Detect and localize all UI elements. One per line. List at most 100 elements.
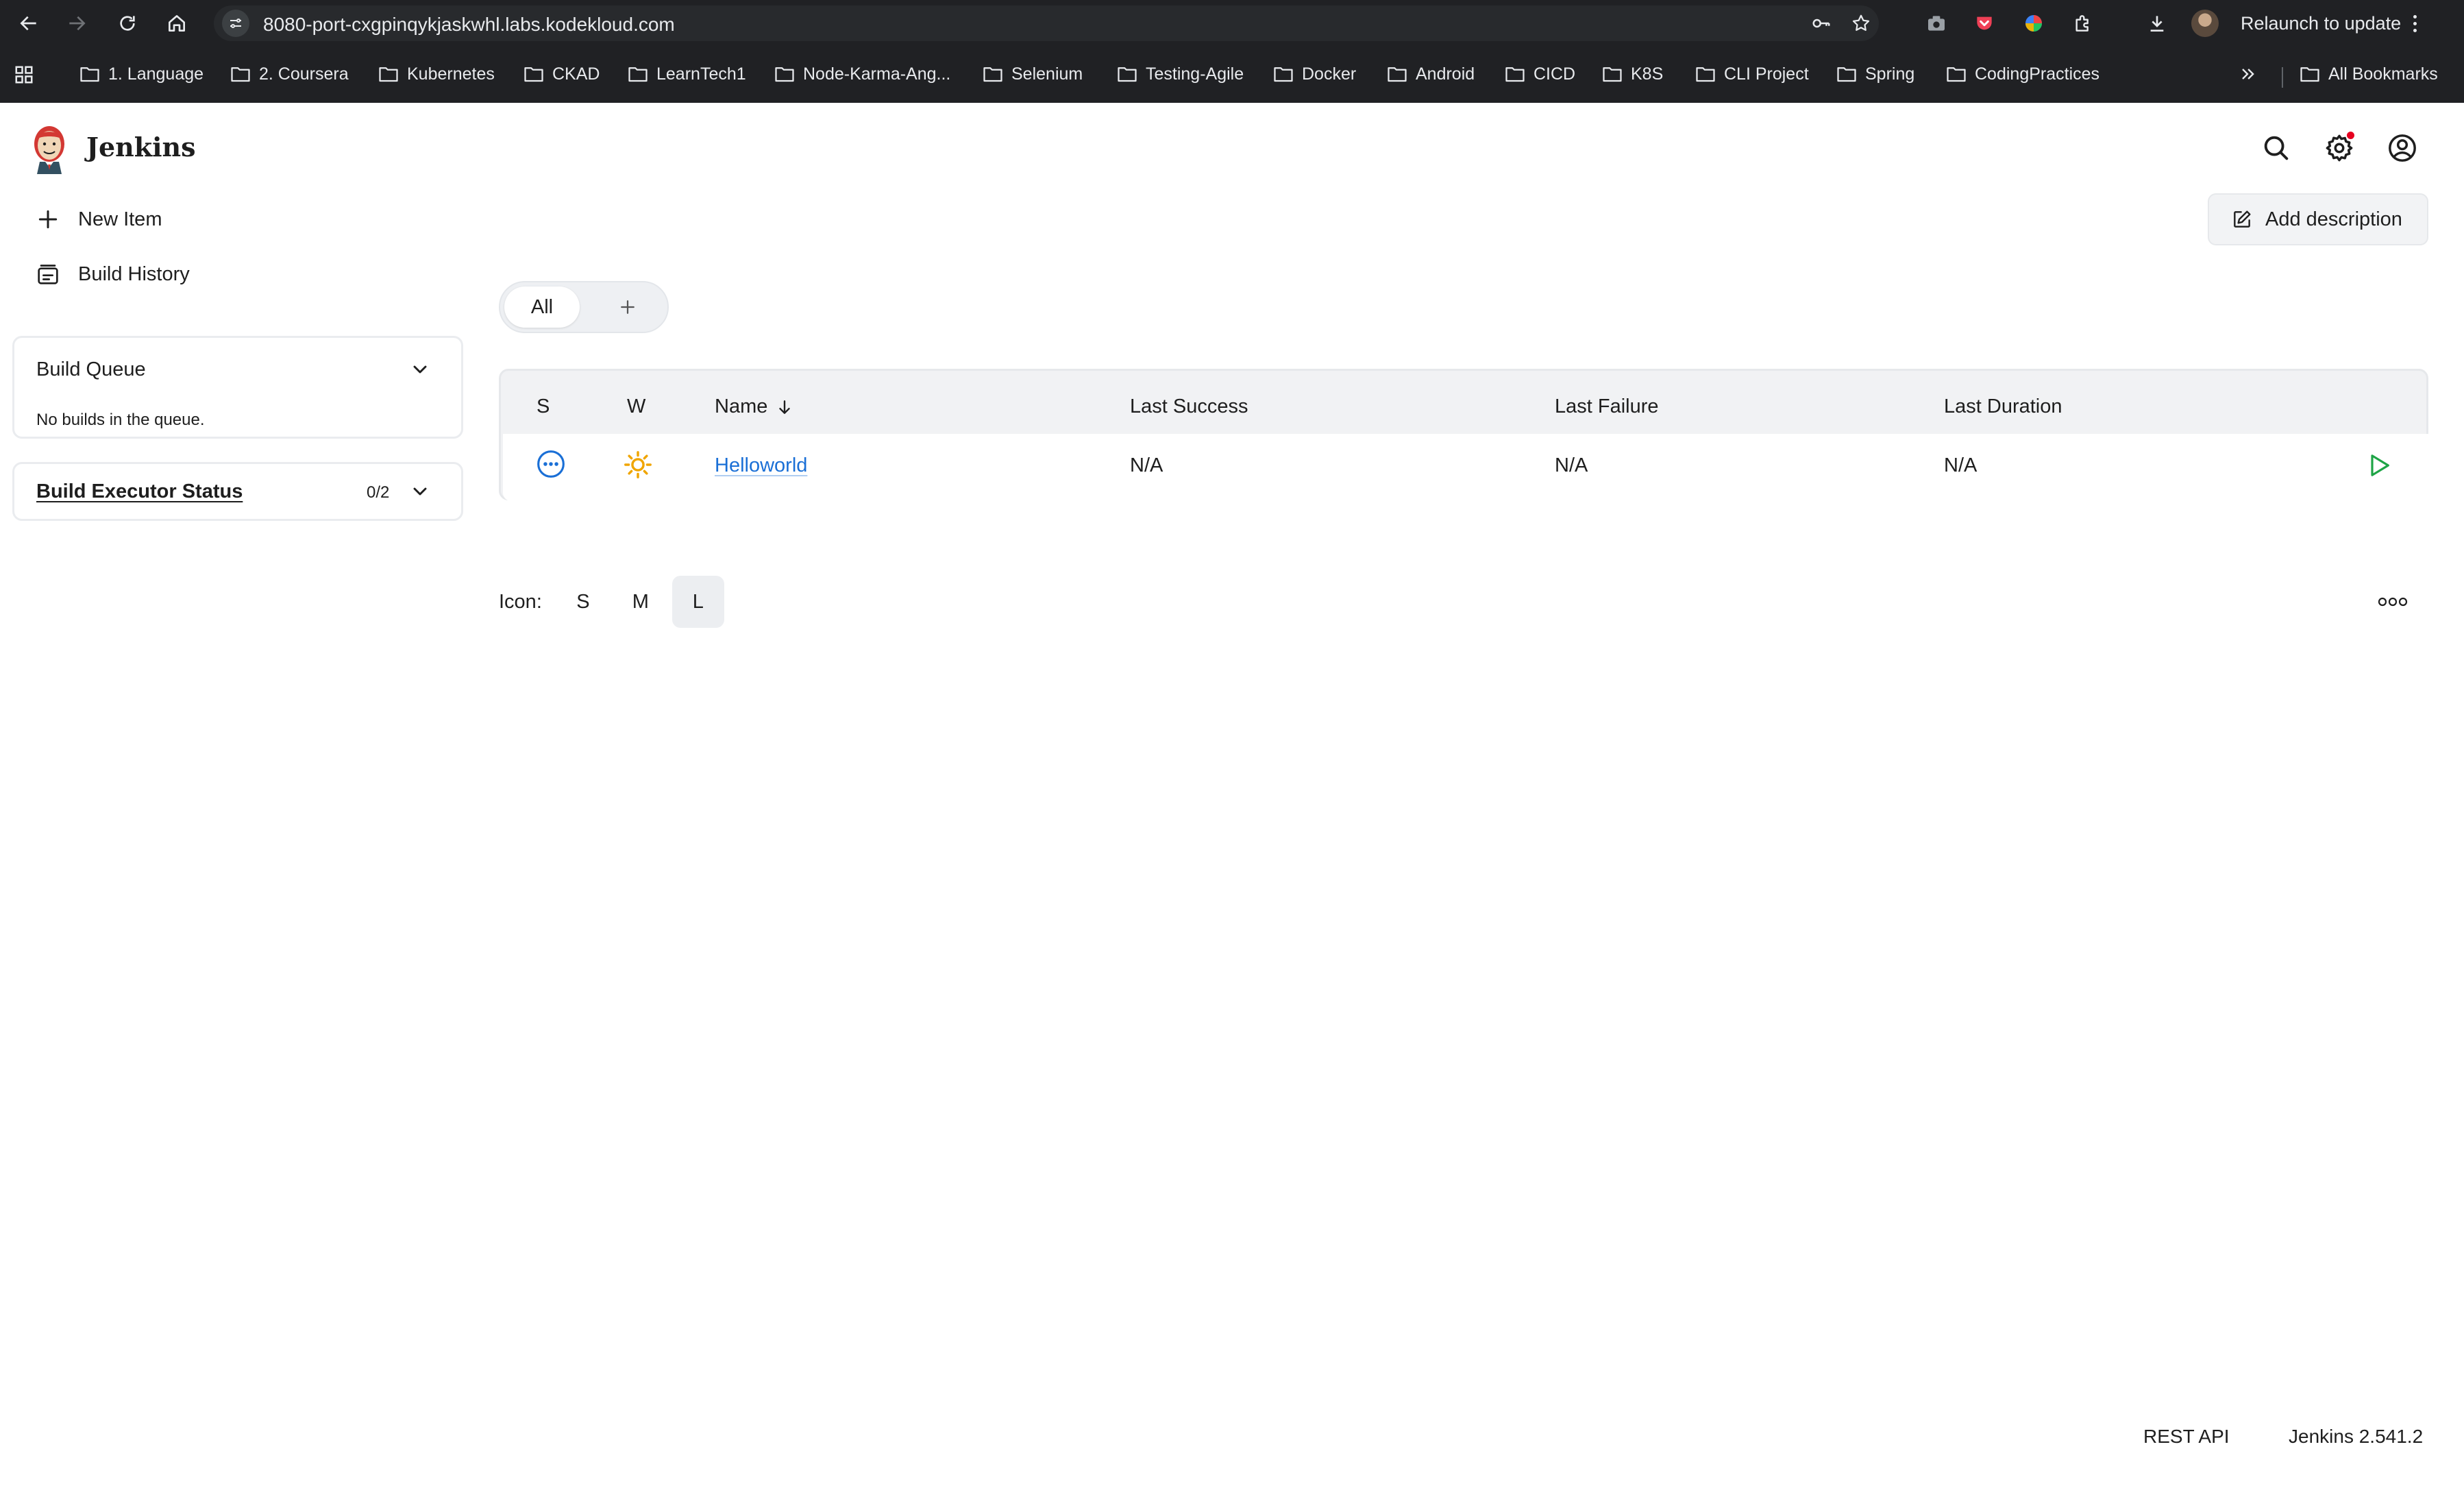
bookmark-folder[interactable]: 2. Coursera bbox=[230, 63, 349, 85]
tune-icon bbox=[230, 19, 241, 28]
chevron-down-icon[interactable] bbox=[409, 358, 431, 380]
column-header-label: Last Duration bbox=[1944, 395, 2062, 417]
build-executor-pane: Build Executor Status 0/2 bbox=[12, 462, 463, 521]
bookmark-label: CICD bbox=[1533, 64, 1576, 84]
column-header-name[interactable]: Name bbox=[715, 395, 793, 418]
sidebar-item-build-history[interactable]: Build History bbox=[34, 259, 190, 289]
download-icon bbox=[2150, 16, 2164, 32]
column-header-label: W bbox=[627, 395, 646, 417]
extension-color-picker[interactable] bbox=[2020, 10, 2047, 37]
job-name-link[interactable]: Helloworld bbox=[715, 454, 807, 477]
search-button[interactable] bbox=[2258, 130, 2294, 166]
bookmark-folder[interactable]: Selenium bbox=[983, 63, 1083, 85]
column-header-last-success[interactable]: Last Success bbox=[1130, 395, 1248, 418]
bookmark-star-button[interactable] bbox=[1849, 11, 1873, 36]
bookmark-label: Node-Karma-Ang... bbox=[803, 64, 951, 84]
notification-dot bbox=[2347, 132, 2354, 139]
tab-all[interactable]: All bbox=[504, 287, 580, 328]
jobs-table: S W Name Last Success Last Failure Last … bbox=[499, 369, 2428, 606]
reload-button[interactable] bbox=[112, 8, 143, 38]
bookmark-folder[interactable]: CKAD bbox=[523, 63, 600, 85]
home-button[interactable] bbox=[162, 8, 192, 38]
sidebar-item-label: Build History bbox=[78, 263, 190, 285]
folder-icon bbox=[1118, 67, 1137, 82]
folder-icon bbox=[775, 67, 794, 82]
star-icon bbox=[1852, 14, 1870, 31]
folder-icon bbox=[524, 67, 543, 82]
extensions-button[interactable] bbox=[2069, 10, 2097, 37]
bookmark-folder[interactable]: CLI Project bbox=[1695, 63, 1809, 85]
reload-icon bbox=[120, 16, 135, 31]
bookmark-folder[interactable]: Android bbox=[1387, 63, 1475, 85]
downloads-button[interactable] bbox=[2143, 10, 2171, 37]
bookmark-folder[interactable]: Kubernetes bbox=[378, 63, 495, 85]
user-account-button[interactable] bbox=[2385, 130, 2420, 166]
icon-size-s-button[interactable]: S bbox=[557, 576, 609, 628]
apps-grid-icon[interactable] bbox=[14, 64, 34, 85]
sunny-icon[interactable] bbox=[622, 449, 654, 480]
job-last-duration: N/A bbox=[1944, 454, 1978, 476]
relaunch-button[interactable]: Relaunch to update bbox=[2241, 10, 2417, 37]
view-tabs: All bbox=[499, 281, 669, 333]
folder-icon bbox=[379, 67, 398, 82]
extension-camera[interactable] bbox=[1923, 10, 1950, 37]
bookmark-folder[interactable]: K8S bbox=[1602, 63, 1663, 85]
column-header-last-failure[interactable]: Last Failure bbox=[1555, 395, 1659, 418]
all-bookmarks-button[interactable]: All Bookmarks bbox=[2300, 63, 2438, 85]
jenkins-page: Jenkins New Item Build History Build Que… bbox=[0, 103, 2464, 1486]
extension-pocket[interactable] bbox=[1971, 10, 1998, 37]
new-view-button[interactable] bbox=[600, 287, 655, 328]
relaunch-label: Relaunch to update bbox=[2241, 12, 2402, 34]
profile-avatar[interactable] bbox=[2191, 10, 2219, 37]
icon-size-m-button[interactable]: M bbox=[615, 576, 667, 628]
password-key-button[interactable] bbox=[1809, 11, 1834, 36]
folder-icon bbox=[628, 67, 648, 82]
bookmark-label: Docker bbox=[1302, 64, 1357, 84]
bookmarks-overflow-button[interactable] bbox=[2235, 63, 2260, 85]
arrow-left-icon bbox=[20, 16, 36, 31]
icon-size-label: Icon: bbox=[499, 590, 542, 613]
plus-icon bbox=[38, 210, 58, 229]
sidebar-item-new-item[interactable]: New Item bbox=[34, 204, 162, 234]
rest-api-link[interactable]: REST API bbox=[2143, 1426, 2230, 1448]
schedule-build-play-icon[interactable] bbox=[2365, 452, 2393, 479]
plus-icon bbox=[621, 300, 635, 314]
jenkins-version-link[interactable]: Jenkins 2.541.2 bbox=[2289, 1426, 2423, 1448]
folder-icon bbox=[1603, 67, 1622, 82]
bookmark-label: 2. Coursera bbox=[259, 64, 349, 84]
folder-icon bbox=[1505, 67, 1525, 82]
column-header-weather[interactable]: W bbox=[627, 395, 645, 418]
search-icon bbox=[2264, 136, 2289, 160]
add-description-button[interactable]: Add description bbox=[2208, 193, 2428, 245]
column-header-last-duration[interactable]: Last Duration bbox=[1944, 395, 2062, 418]
build-executor-link[interactable]: Build Executor Status bbox=[36, 480, 243, 503]
sidebar-item-label: New Item bbox=[78, 208, 162, 230]
jenkins-logo[interactable] bbox=[30, 123, 69, 174]
job-name[interactable]: Helloworld bbox=[715, 454, 807, 476]
more-options-button[interactable] bbox=[2374, 587, 2412, 617]
icon-size-l-button[interactable]: L bbox=[672, 576, 724, 628]
status-not-built-icon[interactable] bbox=[536, 449, 566, 479]
build-queue-title[interactable]: Build Queue bbox=[36, 358, 146, 381]
key-icon bbox=[1812, 19, 1830, 28]
column-header-status[interactable]: S bbox=[537, 395, 550, 418]
folder-icon bbox=[1837, 67, 1856, 82]
site-info-button[interactable] bbox=[222, 10, 249, 37]
address-bar[interactable]: 8080-port-cxgpinqykjaskwhl.labs.kodeklou… bbox=[214, 5, 1879, 41]
bookmark-folder[interactable]: Node-Karma-Ang... bbox=[774, 63, 950, 85]
bookmark-folder[interactable]: LearnTech1 bbox=[628, 63, 746, 85]
manage-jenkins-button[interactable] bbox=[2321, 130, 2357, 166]
folder-icon bbox=[1696, 67, 1715, 82]
bookmark-folder[interactable]: 1. Language bbox=[79, 63, 204, 85]
bookmark-folder[interactable]: CICD bbox=[1505, 63, 1575, 85]
folder-icon bbox=[231, 67, 250, 82]
back-button[interactable] bbox=[14, 8, 44, 38]
bookmark-folder[interactable]: Spring bbox=[1836, 63, 1914, 85]
bookmark-folder[interactable]: Testing-Agile bbox=[1117, 63, 1244, 85]
chevron-down-icon[interactable] bbox=[409, 480, 431, 502]
bookmark-folder[interactable]: Docker bbox=[1273, 63, 1356, 85]
forward-button[interactable] bbox=[62, 8, 92, 38]
bookmark-folder[interactable]: CodingPractices bbox=[1946, 63, 2099, 85]
url-text[interactable]: 8080-port-cxgpinqykjaskwhl.labs.kodeklou… bbox=[263, 14, 675, 36]
jenkins-brand[interactable]: Jenkins bbox=[86, 132, 196, 162]
